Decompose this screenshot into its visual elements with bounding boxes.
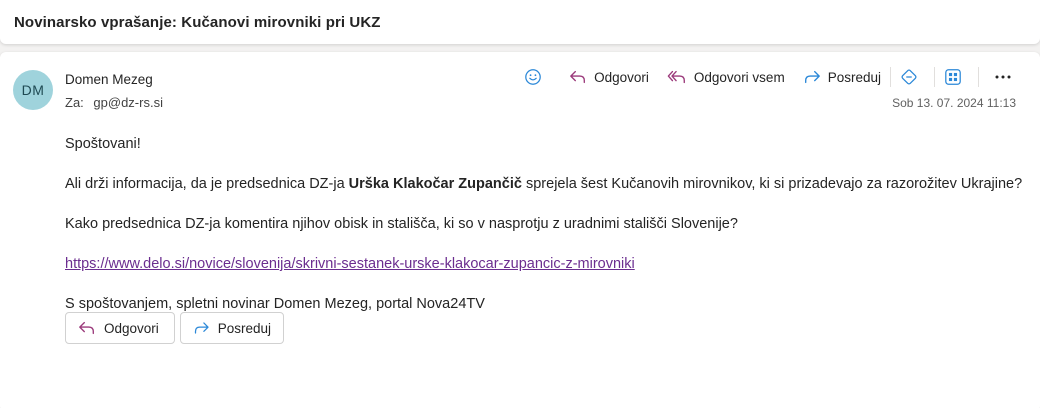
greeting: Spoštovani!	[65, 136, 141, 152]
paragraph-comment: Kako predsednica DZ-ja komentira njihov …	[65, 216, 738, 232]
paragraph-text-post: sprejela šest Kučanovih mirovnikov, ki s…	[521, 176, 1023, 192]
toolbar-divider	[978, 67, 979, 87]
avatar-initials: DM	[21, 82, 45, 98]
to-label: Za:	[65, 95, 84, 110]
reply-all-button[interactable]: Odgovori vsem	[667, 69, 785, 85]
forward-button[interactable]: Posreduj	[803, 69, 881, 85]
forward-icon	[194, 322, 209, 334]
footer-forward-button[interactable]: Posreduj	[180, 312, 284, 344]
reply-all-icon	[667, 70, 685, 84]
paragraph-text-pre: Ali drži informacija, da je predsednica …	[65, 176, 349, 192]
reply-icon	[570, 70, 586, 84]
message-datetime: Sob 13. 07. 2024 11:13	[892, 96, 1016, 110]
reply-label: Odgovori	[594, 69, 649, 85]
article-link[interactable]: https://www.delo.si/novice/slovenija/skr…	[65, 256, 635, 272]
paragraph-question: Ali drži informacija, da je predsednica …	[65, 174, 1025, 194]
avatar[interactable]: DM	[13, 70, 53, 110]
more-actions-button[interactable]	[988, 75, 1018, 79]
bold-name: Urška Klakočar Zupančič	[348, 176, 522, 192]
sender-name[interactable]: Domen Mezeg	[65, 72, 153, 87]
emoji-icon	[525, 69, 541, 85]
toolbar-divider	[890, 67, 891, 87]
reply-button[interactable]: Odgovori	[569, 69, 649, 85]
email-subject: Novinarsko vprašanje: Kučanovi mirovniki…	[14, 13, 381, 31]
apps-button[interactable]	[944, 68, 969, 86]
message-body: Spoštovani! Ali drži informacija, da je …	[65, 134, 1025, 334]
reply-icon	[79, 321, 94, 335]
signature: S spoštovanjem, spletni novinar Domen Me…	[65, 296, 485, 312]
footer-reply-label: Odgovori	[104, 320, 159, 336]
immersive-reader-button[interactable]	[900, 68, 925, 86]
emoji-reaction-button[interactable]	[524, 68, 549, 86]
grid-apps-icon	[945, 69, 961, 85]
footer-reply-button[interactable]: Odgovori	[65, 312, 175, 344]
recipient-line: Za: gp@dz-rs.si	[65, 95, 163, 110]
toolbar-divider	[934, 67, 935, 87]
more-icon	[995, 75, 1011, 79]
forward-label: Posreduj	[827, 69, 881, 85]
footer-forward-label: Posreduj	[217, 320, 271, 336]
forward-icon	[804, 70, 820, 84]
reply-all-label: Odgovori vsem	[693, 69, 785, 85]
recipient-address[interactable]: gp@dz-rs.si	[93, 95, 163, 110]
message-actions: Odgovori Odgovori vsem Posreduj	[524, 66, 1018, 88]
subject-bar: Novinarsko vprašanje: Kučanovi mirovniki…	[0, 0, 1040, 44]
message-card: DM Domen Mezeg Za: gp@dz-rs.si Odgovori	[0, 52, 1040, 408]
diamond-link-icon	[901, 69, 917, 85]
